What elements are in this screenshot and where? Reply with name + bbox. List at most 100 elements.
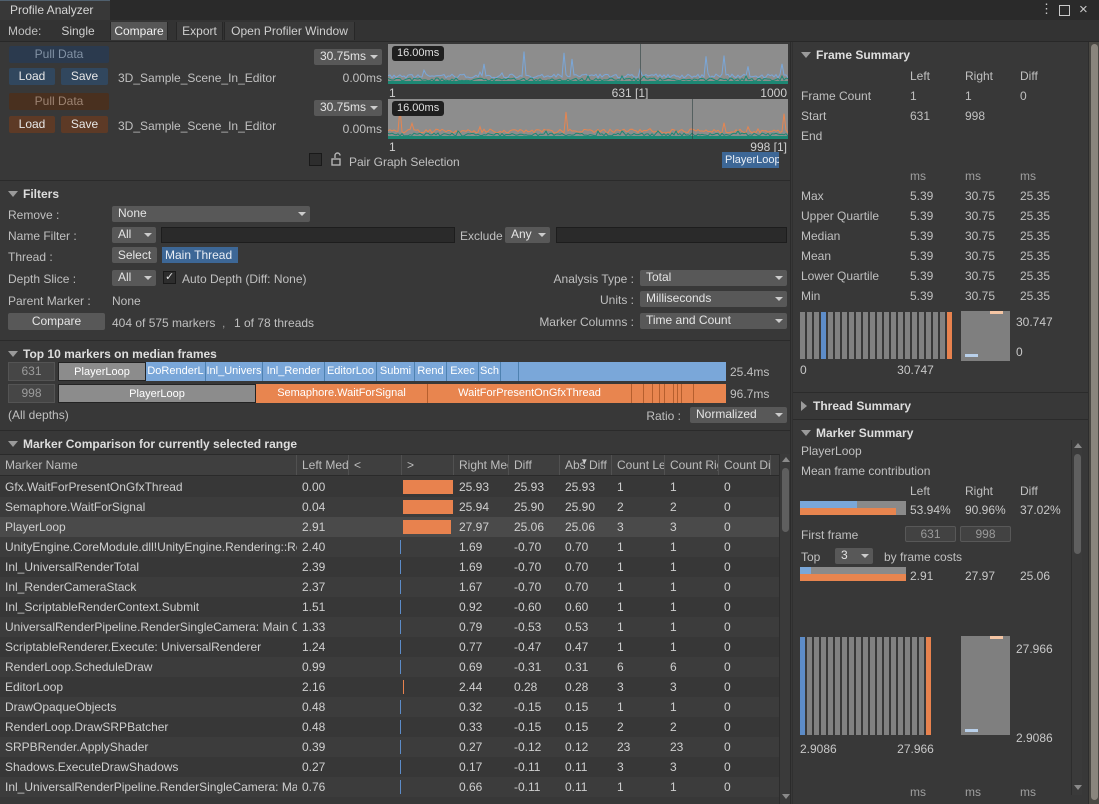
depth-slice-dropdown[interactable]: All [112,270,156,286]
column-header-countR[interactable]: Count Right [665,455,719,475]
pull-data-button-right[interactable]: Pull Data [9,93,109,110]
range-dropdown-right[interactable]: 30.75ms [314,100,382,116]
name-filter-mode-dropdown[interactable]: All [112,227,156,243]
mode-single-button[interactable]: Single [48,22,108,40]
marker-columns-dropdown[interactable]: Time and Count [640,313,787,329]
frame-summary-header[interactable]: Frame Summary [801,48,910,62]
top10-segment[interactable] [644,384,653,403]
thread-summary-header[interactable]: Thread Summary [801,399,911,413]
thread-select-button[interactable]: Select [112,247,157,263]
marker-row[interactable]: RenderLoop.DrawSRPBatcher0.480.33-0.150.… [0,717,779,737]
comparison-section-header[interactable]: Marker Comparison for currently selected… [8,437,297,451]
pair-graph-selection-checkbox[interactable] [309,153,322,166]
top10-segment-exec[interactable]: Exec [447,362,479,381]
load-button-right[interactable]: Load [9,116,55,133]
auto-depth-checkbox[interactable] [163,271,176,284]
export-button[interactable]: Export [176,22,223,40]
exclude-mode-dropdown[interactable]: Any [505,227,550,243]
top10-segment-editorloo[interactable]: EditorLoo [325,362,377,381]
top10-bar-right[interactable]: PlayerLoopSemaphore.WaitForSignalWaitFor… [58,384,726,403]
top10-segment-playerloop[interactable]: PlayerLoop [58,362,146,381]
units-dropdown[interactable]: Milliseconds [640,291,787,307]
marker-row[interactable]: Inl_RenderCameraStack2.371.67-0.700.7011… [0,577,779,597]
first-frame-left-button[interactable]: 631 [905,526,956,542]
marker-summary-scrollbar[interactable] [1071,440,1082,795]
marker-row[interactable]: EditorLoop2.162.440.280.28330 [0,677,779,697]
filters-section-header[interactable]: Filters [8,187,59,201]
frame-summary-boxplot[interactable] [961,311,1010,361]
top10-bar-left[interactable]: PlayerLoopDoRenderLInl_UniversInl_Render… [58,362,726,381]
marker-row[interactable]: ScriptableRenderer.Execute: UniversalRen… [0,637,779,657]
marker-row[interactable]: Gfx.WaitForPresentOnGfxThread0.0025.9325… [0,477,779,497]
remove-dropdown[interactable]: None [112,206,310,222]
column-header-lt[interactable]: < [349,455,402,475]
maximize-icon[interactable] [1059,5,1070,16]
top10-segment[interactable] [665,384,674,403]
mode-compare-button[interactable]: Compare [110,22,168,40]
top10-segment-sch[interactable]: Sch [479,362,501,381]
marker-row[interactable]: SRPBRender.ApplyShader0.390.27-0.120.122… [0,737,779,757]
top10-segment-submi[interactable]: Submi [377,362,415,381]
analysis-type-dropdown[interactable]: Total [640,270,787,286]
ratio-dropdown[interactable]: Normalized [690,407,787,423]
top10-segment-rend[interactable]: Rend [415,362,447,381]
save-button-left[interactable]: Save [61,68,108,85]
marker-row[interactable]: Inl_UniversalRenderPipeline.RenderSingle… [0,777,779,797]
top10-segment[interactable] [682,384,694,403]
kebab-menu-icon[interactable]: ⋮ [1040,1,1053,17]
comparison-scrollbar[interactable] [779,454,790,804]
top10-section-header[interactable]: Top 10 markers on median frames [8,347,217,361]
frame-summary-histogram[interactable] [800,312,953,359]
load-button-left[interactable]: Load [9,68,55,85]
top10-segment-inl-univers[interactable]: Inl_Univers [206,362,263,381]
marker-row[interactable]: DrawOpaqueObjects0.480.32-0.150.15110 [0,697,779,717]
frame-button-631[interactable]: 631 [8,362,55,381]
top10-segment-dorenderl[interactable]: DoRenderL [146,362,206,381]
column-header-countL[interactable]: Count Left [612,455,665,475]
marker-row[interactable]: PlayerLoop2.9127.9725.0625.06330 [0,517,779,537]
column-header-name[interactable]: Marker Name [0,455,297,475]
unlock-icon[interactable] [329,152,343,166]
marker-row[interactable]: UnityEngine.CoreModule.dll!UnityEngine.R… [0,537,779,557]
marker-row[interactable]: UniversalRenderPipeline.RenderSingleCame… [0,617,779,637]
top10-segment-semaphore-waitforsignal[interactable]: Semaphore.WaitForSignal [256,384,428,403]
frame-time-graph-left[interactable] [388,44,788,84]
column-header-left[interactable]: Left Median [297,455,349,475]
compare-button[interactable]: Compare [8,313,105,330]
top10-segment-playerloop[interactable]: PlayerLoop [58,384,256,403]
save-button-right[interactable]: Save [61,116,108,133]
marker-row[interactable]: Shadows.ExecuteDrawShadows0.270.17-0.110… [0,757,779,777]
top10-segment-waitforpresentongfxthread[interactable]: WaitForPresentOnGfxThread [428,384,632,403]
frame-time-graph-right[interactable] [388,99,788,139]
marker-row[interactable]: Inl_ScriptableRenderContext.Submit1.510.… [0,597,779,617]
exclude-names-input[interactable] [556,227,787,243]
marker-summary-header[interactable]: Marker Summary [801,426,913,440]
range-dropdown-left[interactable]: 30.75ms [314,49,382,65]
first-frame-right-button[interactable]: 998 [960,526,1011,542]
pull-data-button-left[interactable]: Pull Data [9,46,109,63]
column-header-abs[interactable]: Abs Diff▼ [560,455,612,475]
open-profiler-window-button[interactable]: Open Profiler Window [224,22,355,40]
thread-value-chip[interactable]: Main Thread [162,247,238,263]
column-header-right[interactable]: Right Median [454,455,509,475]
marker-summary-boxplot[interactable] [961,636,1010,735]
right-panel-scrollbar[interactable] [1088,42,1099,804]
tab-profile-analyzer[interactable]: Profile Analyzer [0,0,110,20]
frame-button-998[interactable]: 998 [8,384,55,403]
top10-segment[interactable] [653,384,660,403]
marker-row[interactable]: Semaphore.WaitForSignal0.0425.9425.9025.… [0,497,779,517]
top-n-dropdown[interactable]: 3 [835,548,873,564]
top10-segment[interactable] [632,384,644,403]
column-header-countD[interactable]: Count Diff [719,455,771,475]
column-header-gt[interactable]: > [402,455,454,475]
marker-row[interactable]: Inl_UniversalRenderTotal2.391.69-0.700.7… [0,557,779,577]
top10-segment[interactable] [501,362,519,381]
selected-marker-chip[interactable]: PlayerLoop [722,152,779,168]
top10-segment-inl-render[interactable]: Inl_Render [263,362,325,381]
marker-summary-histogram[interactable] [800,637,953,735]
column-header-diff[interactable]: Diff [509,455,560,475]
close-icon[interactable]: × [1079,1,1088,18]
stat-diff: 25.35 [1020,269,1050,283]
name-filter-input[interactable] [161,227,455,243]
marker-row[interactable]: RenderLoop.ScheduleDraw0.990.69-0.310.31… [0,657,779,677]
